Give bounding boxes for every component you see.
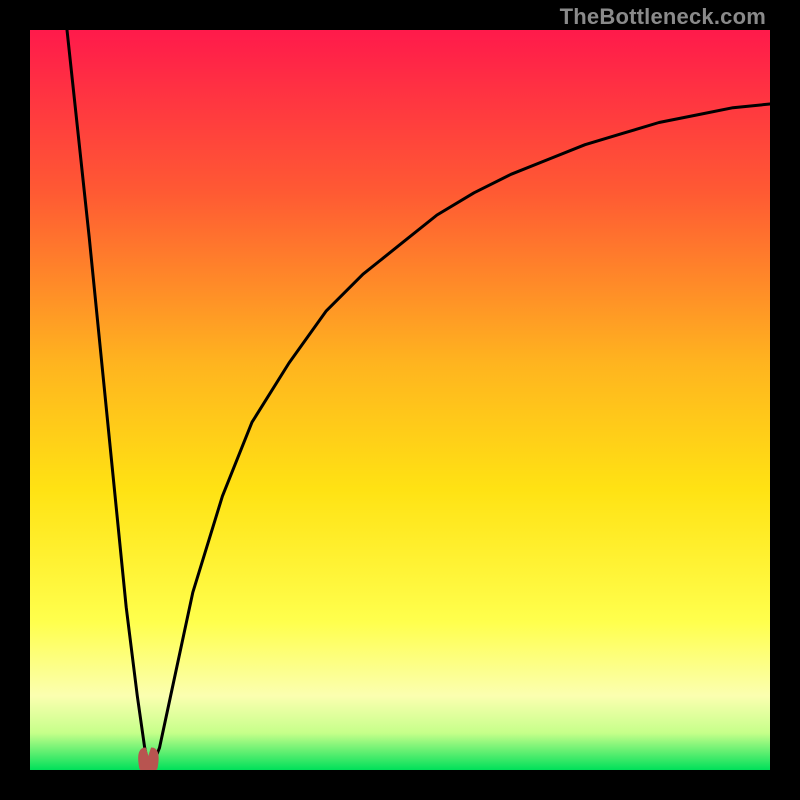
chart-frame: TheBottleneck.com [0, 0, 800, 800]
watermark-text: TheBottleneck.com [560, 4, 766, 30]
bottleneck-chart [30, 30, 770, 770]
severity-gradient [30, 30, 770, 770]
